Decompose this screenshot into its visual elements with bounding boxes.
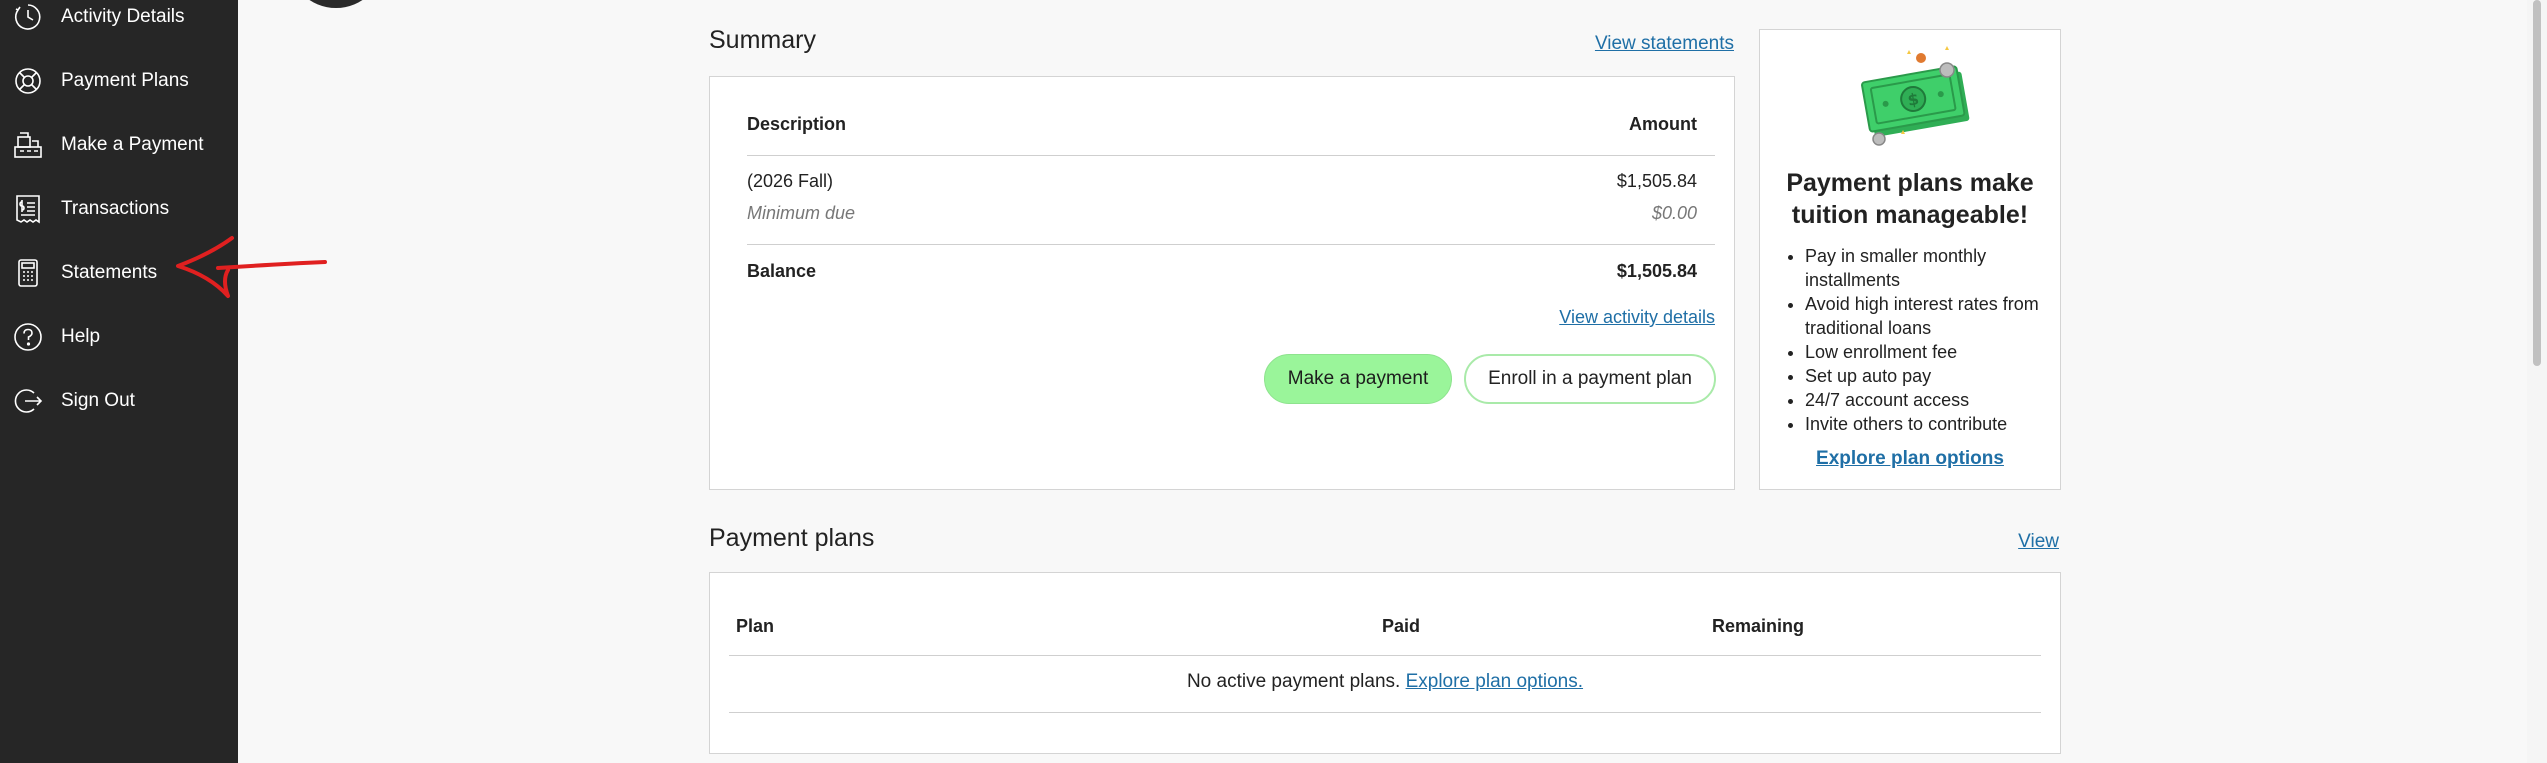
col-description-header: Description [747, 114, 847, 134]
balance-amount: $1,505.84 [1616, 261, 1697, 281]
make-payment-button[interactable]: Make a payment [1264, 354, 1452, 404]
term-label: (2026 Fall) [747, 171, 834, 191]
promo-card: $ Payment plans make tuition manageable!… [1759, 29, 2061, 490]
help-icon [14, 323, 42, 351]
divider [747, 244, 1715, 245]
sidebar-item-activity-details[interactable]: Activity Details [0, 0, 238, 45]
summary-card: Description Amount (2026 Fall) $1,505.84… [709, 76, 1735, 490]
summary-title: Summary [709, 26, 816, 54]
promo-benefits-list: Pay in smaller monthly installments Avoi… [1783, 244, 2065, 436]
sidebar-item-label: Make a Payment [61, 134, 204, 155]
sidebar-item-payment-plans[interactable]: Payment Plans [0, 53, 238, 109]
sidebar-item-label: Sign Out [61, 390, 135, 411]
empty-state-text: No active payment plans. [1186, 671, 1401, 692]
list-item: Invite others to contribute [1805, 412, 2065, 436]
clock-icon [14, 4, 41, 30]
divider [729, 712, 2041, 713]
sidebar-item-label: Statements [61, 262, 158, 283]
term-amount: $1,505.84 [1616, 171, 1697, 191]
col-amount-header: Amount [1629, 114, 1697, 134]
list-item: Set up auto pay [1805, 364, 2065, 388]
sidebar-item-label: Payment Plans [61, 70, 189, 91]
col-remaining-header: Remaining [1712, 616, 1805, 636]
sidebar-item-transactions[interactable]: Transactions [0, 181, 238, 237]
explore-plan-options-link[interactable]: Explore plan options [1760, 448, 2060, 470]
sidebar-item-help[interactable]: Help [0, 309, 238, 365]
divider [729, 655, 2041, 656]
list-item: 24/7 account access [1805, 388, 2065, 412]
money-bill-icon: $ [1861, 46, 1970, 146]
payment-plans-title: Payment plans [709, 524, 875, 552]
sidebar-item-make-a-payment[interactable]: Make a Payment [0, 117, 238, 173]
avatar [288, 0, 384, 8]
annotation-arrow-icon [176, 236, 327, 298]
view-activity-details-link[interactable]: View activity details [1559, 307, 1715, 328]
calculator-icon [18, 259, 38, 287]
empty-state: No active payment plans. Explore plan op… [710, 671, 2060, 693]
list-item: Pay in smaller monthly installments [1805, 244, 2065, 292]
sidebar-item-label: Activity Details [61, 6, 185, 27]
col-paid-header: Paid [1382, 616, 1421, 636]
view-payment-plans-link[interactable]: View [2018, 531, 2059, 553]
sidebar-item-label: Help [61, 326, 101, 347]
minimum-due-amount: $0.00 [1651, 203, 1697, 223]
view-statements-link[interactable]: View statements [1595, 33, 1734, 55]
receipt-icon [16, 195, 40, 224]
sidebar: Activity Details Payment Plans Make a Pa… [0, 0, 238, 763]
minimum-due-label: Minimum due [747, 203, 856, 223]
divider [747, 155, 1715, 156]
explore-plan-options-inline-link[interactable]: Explore plan options. [1406, 671, 1583, 692]
sign-out-icon [14, 389, 43, 413]
list-item: Low enrollment fee [1805, 340, 2065, 364]
list-item: Avoid high interest rates from tradition… [1805, 292, 2065, 340]
enroll-payment-plan-button[interactable]: Enroll in a payment plan [1464, 354, 1716, 404]
scrollbar-thumb[interactable] [2533, 0, 2541, 366]
scrollbar[interactable] [2527, 0, 2547, 763]
sidebar-item-label: Transactions [61, 198, 170, 219]
sidebar-item-sign-out[interactable]: Sign Out [0, 373, 238, 429]
payment-plans-card: Plan Paid Remaining No active payment pl… [709, 572, 2061, 754]
lifebuoy-icon [15, 68, 41, 94]
register-icon [14, 132, 42, 158]
balance-label: Balance [747, 261, 817, 281]
col-plan-header: Plan [736, 616, 775, 636]
promo-title-line1: Payment plans make [1786, 169, 2034, 197]
promo-title-line2: tuition manageable! [1791, 201, 2029, 229]
